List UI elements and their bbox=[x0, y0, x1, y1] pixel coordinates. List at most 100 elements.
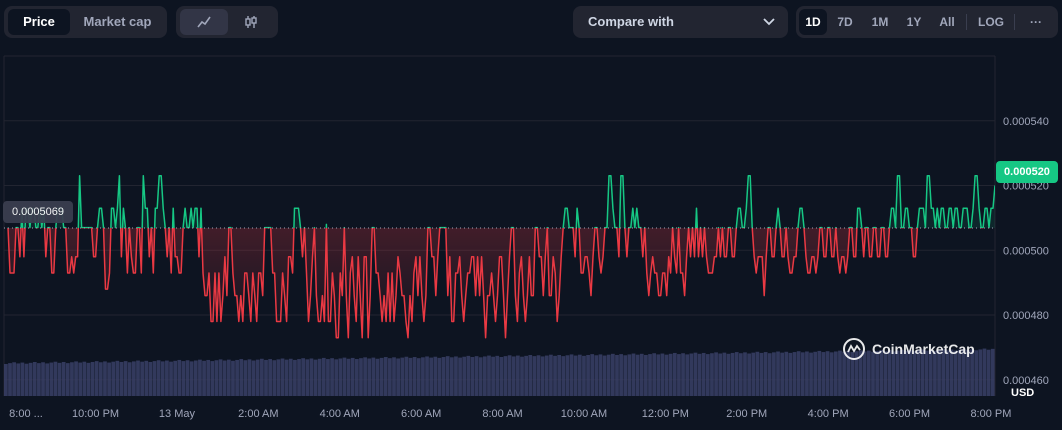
x-tick-label: 2:00 AM bbox=[238, 408, 278, 420]
volume-bar bbox=[433, 356, 438, 396]
chart-style-toggle bbox=[176, 6, 278, 38]
x-axis-labels: 8:00 ... 10:00 PM 13 May 2:00 AM 4:00 AM 6:00… bbox=[9, 408, 1011, 420]
volume-bar bbox=[82, 361, 87, 396]
volume-bar bbox=[140, 361, 144, 396]
market-cap-tab[interactable]: Market cap bbox=[72, 9, 163, 35]
volume-bar bbox=[65, 363, 70, 396]
volume-bar bbox=[635, 354, 640, 396]
chart-toolbar: Price Market cap Compare with 1D 7D 1M 1… bbox=[0, 0, 1062, 44]
volume-bar bbox=[243, 360, 248, 396]
volume-bar bbox=[416, 358, 421, 396]
toolbar-divider bbox=[1014, 14, 1015, 30]
volume-bar bbox=[631, 353, 636, 396]
more-options-button[interactable]: ··· bbox=[1018, 9, 1054, 35]
volume-bar bbox=[165, 360, 169, 396]
volume-bar bbox=[408, 357, 413, 396]
compare-dropdown[interactable]: Compare with bbox=[573, 6, 788, 38]
price-tab[interactable]: Price bbox=[8, 9, 70, 35]
coinmarketcap-watermark: CoinMarketCap bbox=[842, 337, 975, 361]
compare-label: Compare with bbox=[588, 14, 674, 29]
y-tick-label: 0.000540 bbox=[1003, 116, 1049, 128]
volume-bar bbox=[437, 357, 442, 396]
volume-bar bbox=[462, 356, 467, 396]
volume-bar bbox=[293, 359, 297, 396]
volume-bar bbox=[829, 352, 834, 396]
volume-bar bbox=[342, 357, 347, 396]
volume-bar bbox=[561, 356, 566, 396]
range-1m-button[interactable]: 1M bbox=[864, 9, 896, 35]
volume-bar bbox=[743, 352, 747, 396]
volume-bar bbox=[809, 352, 813, 396]
range-all-button[interactable]: All bbox=[932, 9, 962, 35]
x-tick-label: 8:00 PM bbox=[970, 408, 1011, 420]
volume-bar bbox=[144, 360, 149, 396]
volume-bar bbox=[565, 355, 570, 396]
reference-price-badge: 0.0005069 bbox=[3, 201, 73, 223]
volume-bar bbox=[305, 359, 310, 396]
volume-bar bbox=[235, 359, 239, 396]
volume-bar bbox=[193, 360, 198, 396]
volume-bar bbox=[788, 352, 793, 396]
volume-bar bbox=[400, 357, 405, 396]
volume-bar bbox=[53, 361, 58, 396]
volume-bar bbox=[210, 361, 215, 396]
x-tick-label: 13 May bbox=[159, 408, 196, 420]
volume-bar bbox=[582, 355, 586, 396]
time-range-selector: 1D 7D 1M 1Y All LOG ··· bbox=[796, 6, 1058, 38]
volume-bar bbox=[379, 357, 384, 396]
volume-bar bbox=[78, 362, 83, 396]
volume-bar bbox=[268, 359, 272, 396]
volume-bar bbox=[338, 358, 343, 396]
volume-bar bbox=[198, 359, 202, 396]
range-1d-button[interactable]: 1D bbox=[799, 9, 827, 35]
volume-bar bbox=[454, 356, 458, 396]
volume-bar bbox=[833, 351, 838, 396]
volume-bar bbox=[784, 351, 789, 396]
line-chart-button[interactable] bbox=[180, 9, 228, 35]
volume-bar bbox=[90, 361, 95, 396]
volume-bar bbox=[20, 362, 25, 396]
volume-bar bbox=[974, 350, 979, 396]
volume-bar bbox=[772, 352, 776, 396]
volume-bar bbox=[4, 364, 8, 396]
volume-bar bbox=[594, 355, 599, 396]
volume-bar bbox=[792, 352, 797, 396]
volume-bar bbox=[301, 358, 306, 396]
volume-bar bbox=[37, 363, 41, 396]
line-chart-icon bbox=[197, 16, 211, 28]
volume-bar bbox=[458, 357, 462, 396]
currency-label: USD bbox=[1011, 387, 1035, 399]
volume-bar bbox=[714, 352, 718, 396]
volume-bar bbox=[49, 362, 54, 396]
volume-bar bbox=[41, 362, 45, 396]
volume-bar bbox=[569, 354, 574, 396]
x-tick-label: 6:00 PM bbox=[889, 408, 930, 420]
volume-bar bbox=[652, 353, 657, 396]
volume-bar bbox=[152, 361, 157, 396]
x-tick-label: 8:00 ... bbox=[9, 408, 43, 420]
log-scale-button[interactable]: LOG bbox=[972, 9, 1010, 35]
x-tick-label: 8:00 AM bbox=[482, 408, 522, 420]
volume-bar bbox=[371, 357, 376, 396]
range-7d-button[interactable]: 7D bbox=[831, 9, 859, 35]
volume-bar bbox=[218, 359, 223, 396]
volume-bar bbox=[557, 354, 562, 396]
volume-bar bbox=[602, 355, 607, 396]
volume-bar bbox=[524, 355, 529, 396]
volume-bar bbox=[577, 354, 582, 396]
volume-bar bbox=[8, 363, 12, 396]
y-axis-labels: 0.0004600.0004800.0005000.0005200.000540 bbox=[1003, 116, 1049, 387]
volume-bar bbox=[648, 354, 652, 396]
volume-bar bbox=[549, 354, 553, 396]
volume-bar bbox=[239, 359, 244, 396]
volume-bar bbox=[817, 350, 822, 396]
candlestick-icon bbox=[245, 16, 257, 28]
volume-bar bbox=[656, 354, 661, 396]
x-tick-label: 4:00 PM bbox=[808, 408, 849, 420]
toolbar-divider bbox=[966, 14, 967, 30]
candlestick-button[interactable] bbox=[228, 9, 274, 35]
volume-bar bbox=[421, 357, 425, 396]
range-1y-button[interactable]: 1Y bbox=[900, 9, 928, 35]
volume-bar bbox=[573, 355, 578, 396]
volume-bar bbox=[429, 357, 434, 396]
